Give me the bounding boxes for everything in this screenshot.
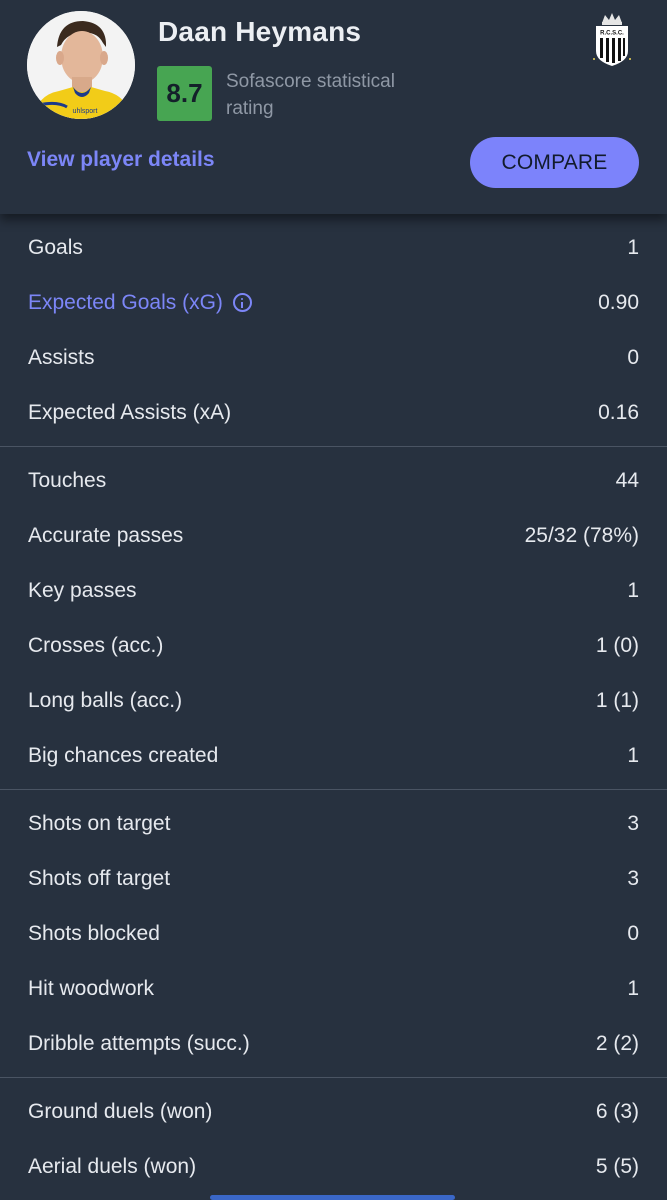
stat-label: Aerial duels (won) [28, 1155, 196, 1179]
stat-label-text: Shots blocked [28, 921, 160, 945]
stat-value: 25/32 (78%) [524, 523, 639, 547]
stat-label-text: Long balls (acc.) [28, 688, 183, 712]
stat-label: Dribble attempts (succ.) [28, 1032, 250, 1056]
stat-label: Crosses (acc.) [28, 634, 163, 658]
section-divider [0, 1077, 667, 1078]
stat-label-text: Expected Goals (xG) [28, 290, 223, 314]
stat-value: 0.90 [598, 290, 639, 314]
compare-button[interactable]: COMPARE [470, 137, 639, 188]
stat-row: Shots on target 3 [0, 796, 667, 851]
stat-row: Accurate passes 25/32 (78%) [0, 508, 667, 563]
stat-label-text: Expected Assists (xA) [28, 400, 232, 424]
stat-row: Hit woodwork 1 [0, 961, 667, 1016]
stat-label: Hit woodwork [28, 977, 154, 1001]
stat-label: Shots on target [28, 812, 170, 836]
stat-row[interactable]: Expected Goals (xG) 0.90 [0, 275, 667, 330]
stat-row: Shots blocked 0 [0, 906, 667, 961]
stat-row: Big chances created 1 [0, 728, 667, 783]
stat-value: 1 (1) [595, 688, 639, 712]
player-photo: uhlsport [27, 11, 135, 119]
stat-label-text: Aerial duels (won) [28, 1154, 197, 1178]
stat-value: 1 [627, 743, 639, 767]
stat-value: 44 [615, 468, 639, 492]
player-name: Daan Heymans [158, 16, 362, 47]
stat-row: Goals 1 [0, 220, 667, 275]
crest-lettering: R.C.S.C. [600, 31, 624, 37]
rating-label: Sofascore statistical rating [226, 71, 395, 119]
stat-label: Accurate passes [28, 524, 183, 548]
stat-label: Key passes [28, 579, 137, 603]
stat-row: Shots off target 3 [0, 851, 667, 906]
stat-label-text: Crosses (acc.) [28, 633, 164, 657]
stat-row: Dribble attempts (succ.) 2 (2) [0, 1016, 667, 1071]
stat-value: 1 [627, 235, 639, 259]
stat-row: Aerial duels (won) 5 (5) [0, 1139, 667, 1194]
stat-row: Long balls (acc.) 1 (1) [0, 673, 667, 728]
stat-label: Long balls (acc.) [28, 689, 182, 713]
home-indicator-bar [210, 1195, 455, 1200]
info-icon[interactable] [232, 293, 252, 312]
stat-value: 5 (5) [595, 1154, 639, 1178]
stat-label: Shots off target [28, 867, 170, 891]
stat-label-text: Shots on target [28, 811, 171, 835]
stat-value: 3 [627, 866, 639, 890]
player-header: uhlsport Daan Heymans 8.7 Sofascore stat… [0, 0, 667, 214]
section-divider [0, 446, 667, 447]
stat-value: 1 (0) [595, 633, 639, 657]
stat-value: 1 [627, 976, 639, 1000]
stat-value: 6 (3) [595, 1099, 639, 1123]
rating-badge: 8.7 [157, 66, 212, 121]
stat-value: 0.16 [598, 400, 639, 424]
view-player-details-link[interactable]: View player details [27, 148, 215, 172]
stat-label[interactable]: Expected Goals (xG) [28, 291, 252, 315]
stat-row: Assists 0 [0, 330, 667, 385]
stat-label-text: Shots off target [28, 866, 171, 890]
stat-row: Touches 44 [0, 453, 667, 508]
shirt-sponsor-text: uhlsport [73, 108, 98, 115]
club-crest-icon[interactable]: R.C.S.C. [590, 11, 634, 67]
stat-row: Crosses (acc.) 1 (0) [0, 618, 667, 673]
stat-row: Expected Assists (xA) 0.16 [0, 385, 667, 440]
stat-label-text: Dribble attempts (succ.) [28, 1031, 250, 1055]
stat-value: 3 [627, 811, 639, 835]
stat-label: Big chances created [28, 744, 218, 768]
stat-row: Ground duels (won) 6 (3) [0, 1084, 667, 1139]
stat-label: Assists [28, 346, 95, 370]
stat-label-text: Key passes [28, 578, 137, 602]
stat-value: 2 (2) [595, 1031, 639, 1055]
stat-label-text: Assists [28, 345, 95, 369]
stat-label: Goals [28, 236, 83, 260]
stat-label: Ground duels (won) [28, 1100, 212, 1124]
stat-value: 0 [627, 921, 639, 945]
stat-value: 0 [627, 345, 639, 369]
stat-label-text: Hit woodwork [28, 976, 155, 1000]
stat-label-text: Big chances created [28, 743, 219, 767]
stat-label-text: Accurate passes [28, 523, 184, 547]
stat-label-text: Ground duels (won) [28, 1099, 213, 1123]
stat-label: Expected Assists (xA) [28, 401, 231, 425]
stat-value: 1 [627, 578, 639, 602]
stat-label-text: Goals [28, 235, 83, 259]
stat-row: Key passes 1 [0, 563, 667, 618]
stat-label-text: Touches [28, 468, 107, 492]
stat-label: Touches [28, 469, 106, 493]
player-avatar[interactable]: uhlsport [27, 11, 135, 119]
stat-label: Shots blocked [28, 922, 160, 946]
section-divider [0, 789, 667, 790]
player-stats-list: Goals 1 Expected Goals (xG) 0.90 Assists 0 Exp… [0, 214, 667, 1194]
